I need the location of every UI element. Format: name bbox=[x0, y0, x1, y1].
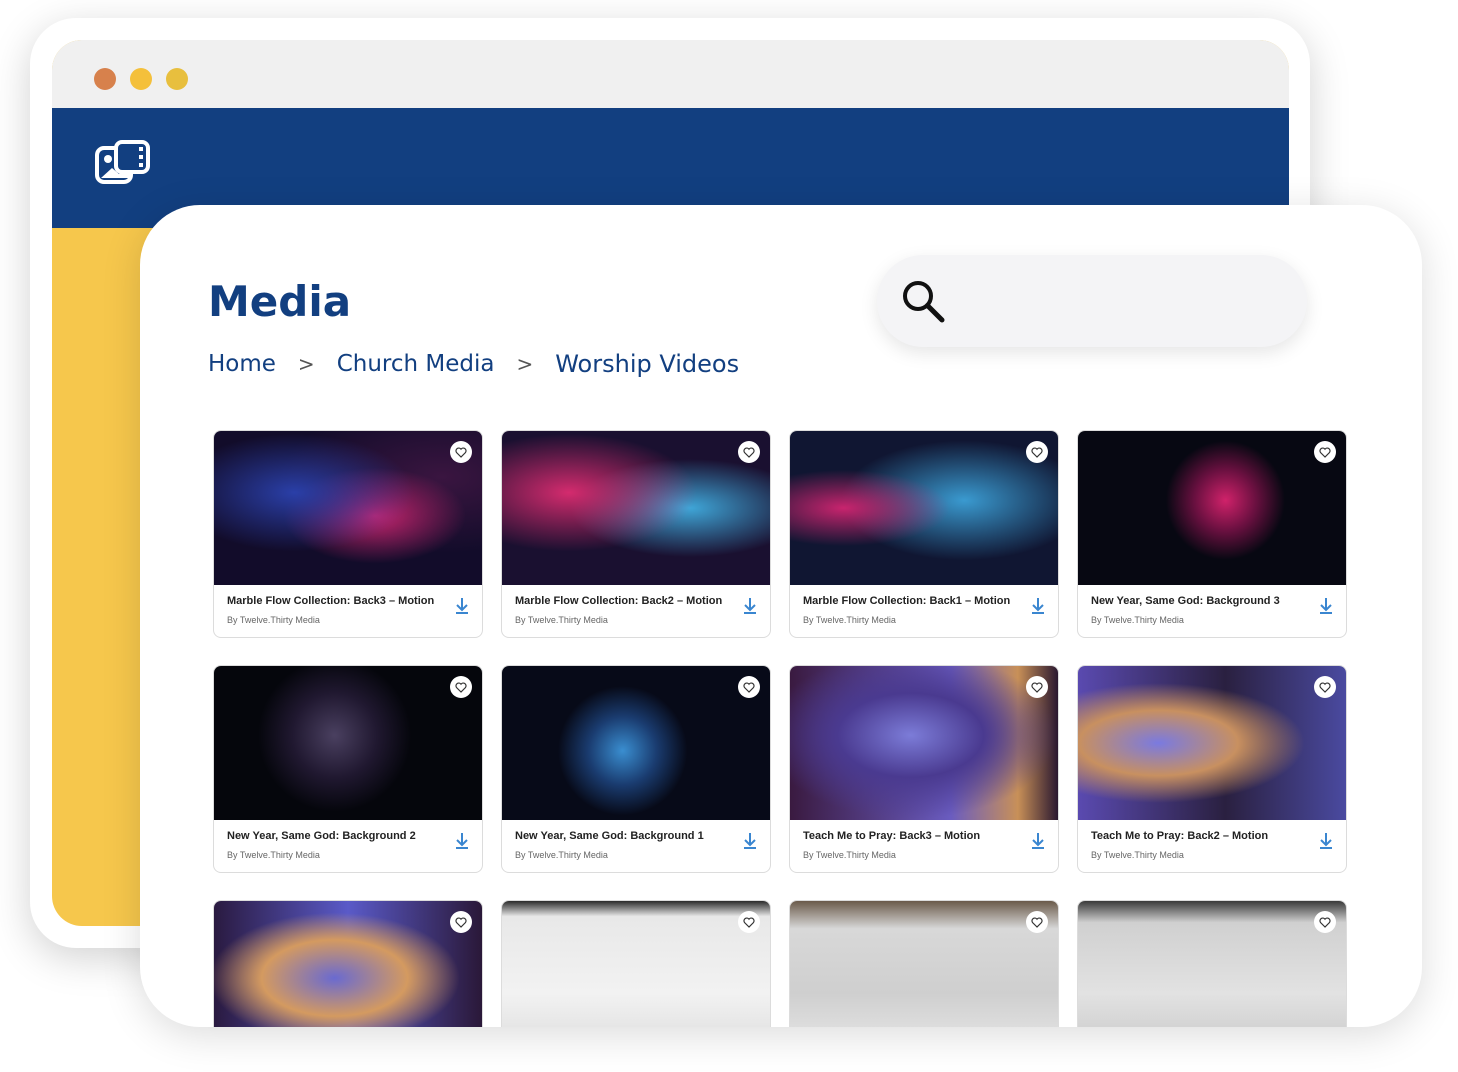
download-icon[interactable] bbox=[742, 832, 758, 850]
download-icon[interactable] bbox=[742, 597, 758, 615]
media-title[interactable]: Teach Me to Pray: Back3 – Motion bbox=[803, 830, 1028, 842]
window-titlebar bbox=[52, 40, 1289, 108]
media-title[interactable]: Marble Flow Collection: Back3 – Motion bbox=[227, 595, 452, 607]
breadcrumb-home[interactable]: Home bbox=[208, 351, 276, 377]
media-author: By Twelve.Thirty Media bbox=[515, 615, 608, 625]
media-thumbnail[interactable] bbox=[502, 431, 770, 585]
media-card[interactable]: New Year, Same God: Background 3 By Twel… bbox=[1077, 430, 1347, 638]
window-close-button[interactable] bbox=[94, 68, 116, 90]
media-title[interactable]: Marble Flow Collection: Back2 – Motion bbox=[515, 595, 740, 607]
breadcrumb: Home > Church Media > Worship Videos bbox=[208, 350, 739, 378]
media-thumbnail[interactable] bbox=[502, 901, 770, 1027]
download-icon[interactable] bbox=[1030, 832, 1046, 850]
media-card[interactable] bbox=[1077, 900, 1347, 1027]
media-card[interactable]: Marble Flow Collection: Back1 – Motion B… bbox=[789, 430, 1059, 638]
media-title[interactable]: Marble Flow Collection: Back1 – Motion bbox=[803, 595, 1028, 607]
media-title[interactable]: New Year, Same God: Background 2 bbox=[227, 830, 452, 842]
favorite-heart-icon[interactable] bbox=[1026, 911, 1048, 933]
media-title[interactable]: New Year, Same God: Background 3 bbox=[1091, 595, 1316, 607]
media-author: By Twelve.Thirty Media bbox=[1091, 615, 1184, 625]
media-author: By Twelve.Thirty Media bbox=[803, 850, 896, 860]
media-gallery-icon[interactable] bbox=[94, 138, 150, 188]
media-card[interactable] bbox=[501, 900, 771, 1027]
breadcrumb-worship-videos[interactable]: Worship Videos bbox=[555, 350, 739, 378]
media-author: By Twelve.Thirty Media bbox=[1091, 850, 1184, 860]
media-author: By Twelve.Thirty Media bbox=[515, 850, 608, 860]
window-minimize-button[interactable] bbox=[130, 68, 152, 90]
window-maximize-button[interactable] bbox=[166, 68, 188, 90]
media-author: By Twelve.Thirty Media bbox=[227, 615, 320, 625]
media-card[interactable] bbox=[789, 900, 1059, 1027]
media-panel: Media Home > Church Media > Worship Vide… bbox=[140, 205, 1422, 1027]
media-thumbnail[interactable] bbox=[790, 901, 1058, 1027]
media-thumbnail[interactable] bbox=[214, 431, 482, 585]
media-title[interactable]: Teach Me to Pray: Back2 – Motion bbox=[1091, 830, 1316, 842]
media-thumbnail[interactable] bbox=[502, 666, 770, 820]
media-thumbnail[interactable] bbox=[1078, 666, 1346, 820]
media-author: By Twelve.Thirty Media bbox=[803, 615, 896, 625]
media-author: By Twelve.Thirty Media bbox=[227, 850, 320, 860]
favorite-heart-icon[interactable] bbox=[1026, 676, 1048, 698]
favorite-heart-icon[interactable] bbox=[1314, 441, 1336, 463]
breadcrumb-separator: > bbox=[297, 352, 315, 376]
search-icon[interactable] bbox=[899, 277, 947, 325]
media-thumbnail[interactable] bbox=[790, 431, 1058, 585]
favorite-heart-icon[interactable] bbox=[1026, 441, 1048, 463]
favorite-heart-icon[interactable] bbox=[738, 911, 760, 933]
favorite-heart-icon[interactable] bbox=[1314, 676, 1336, 698]
media-card[interactable] bbox=[213, 900, 483, 1027]
favorite-heart-icon[interactable] bbox=[738, 441, 760, 463]
media-title[interactable]: New Year, Same God: Background 1 bbox=[515, 830, 740, 842]
media-thumbnail[interactable] bbox=[214, 666, 482, 820]
breadcrumb-separator: > bbox=[516, 352, 534, 376]
media-card[interactable]: Marble Flow Collection: Back3 – Motion B… bbox=[213, 430, 483, 638]
search-input[interactable] bbox=[877, 255, 1307, 347]
download-icon[interactable] bbox=[454, 832, 470, 850]
media-thumbnail[interactable] bbox=[1078, 431, 1346, 585]
breadcrumb-church-media[interactable]: Church Media bbox=[337, 351, 495, 377]
media-card[interactable]: New Year, Same God: Background 1 By Twel… bbox=[501, 665, 771, 873]
media-thumbnail[interactable] bbox=[790, 666, 1058, 820]
page-title: Media bbox=[208, 277, 352, 326]
download-icon[interactable] bbox=[1318, 832, 1334, 850]
media-thumbnail[interactable] bbox=[1078, 901, 1346, 1027]
media-card[interactable]: Teach Me to Pray: Back2 – Motion By Twel… bbox=[1077, 665, 1347, 873]
favorite-heart-icon[interactable] bbox=[450, 441, 472, 463]
favorite-heart-icon[interactable] bbox=[450, 676, 472, 698]
favorite-heart-icon[interactable] bbox=[738, 676, 760, 698]
favorite-heart-icon[interactable] bbox=[1314, 911, 1336, 933]
media-card[interactable]: Teach Me to Pray: Back3 – Motion By Twel… bbox=[789, 665, 1059, 873]
download-icon[interactable] bbox=[1318, 597, 1334, 615]
favorite-heart-icon[interactable] bbox=[450, 911, 472, 933]
media-card[interactable]: New Year, Same God: Background 2 By Twel… bbox=[213, 665, 483, 873]
download-icon[interactable] bbox=[454, 597, 470, 615]
media-card[interactable]: Marble Flow Collection: Back2 – Motion B… bbox=[501, 430, 771, 638]
download-icon[interactable] bbox=[1030, 597, 1046, 615]
media-thumbnail[interactable] bbox=[214, 901, 482, 1027]
